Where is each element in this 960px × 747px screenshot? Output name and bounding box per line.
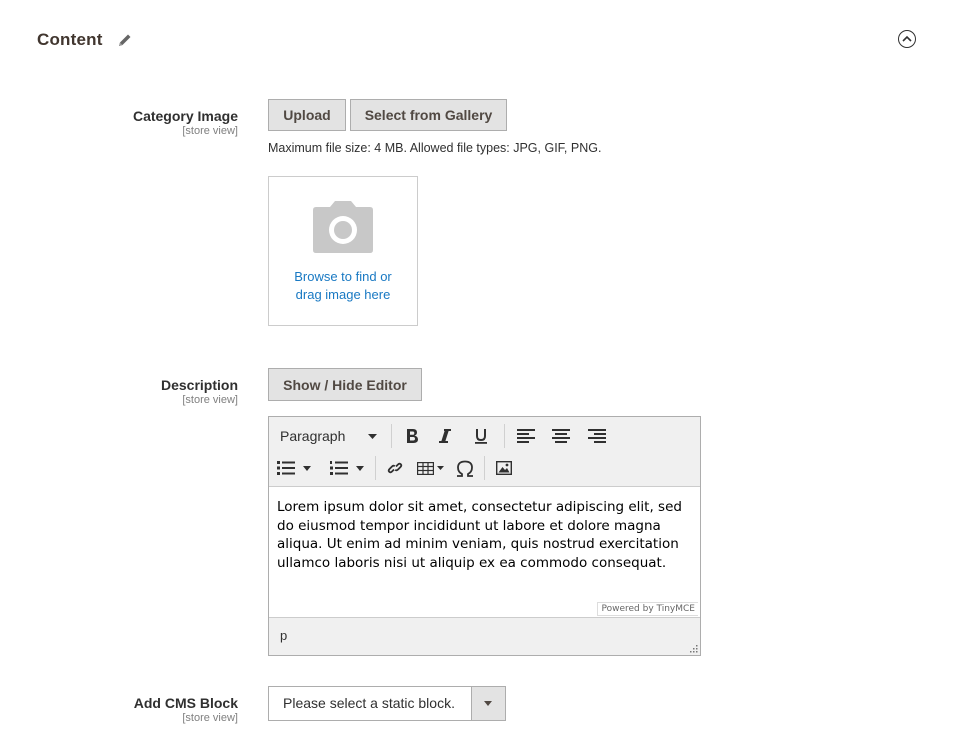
- file-size-note: Maximum file size: 4 MB. Allowed file ty…: [268, 141, 602, 155]
- category-image-label-group: Category Image [store view]: [133, 108, 238, 137]
- cms-block-scope: [store view]: [182, 712, 238, 724]
- category-image-scope: [store view]: [182, 125, 238, 137]
- chevron-up-circle-icon: [902, 35, 912, 42]
- table-icon[interactable]: [410, 454, 450, 482]
- element-path[interactable]: p: [280, 628, 287, 643]
- format-select[interactable]: Paragraph: [269, 422, 387, 450]
- align-left-icon[interactable]: [509, 422, 543, 450]
- section-header[interactable]: Content: [37, 27, 133, 53]
- image-drop-zone[interactable]: Browse to find or drag image here: [268, 176, 418, 326]
- cms-block-select[interactable]: Please select a static block.: [268, 686, 506, 721]
- cms-block-select-value: Please select a static block.: [283, 695, 455, 711]
- chevron-down-icon: [368, 434, 377, 439]
- image-icon[interactable]: [489, 454, 519, 482]
- camera-icon: [313, 201, 373, 253]
- align-center-icon[interactable]: [543, 422, 579, 450]
- editor-statusbar: p: [269, 617, 700, 655]
- description-label: Description: [160, 377, 238, 393]
- browse-link[interactable]: Browse to find or drag image here: [269, 268, 417, 304]
- dropdown-arrow-icon[interactable]: [471, 687, 505, 720]
- numbered-list-icon[interactable]: [323, 454, 371, 482]
- powered-by-tinymce[interactable]: Powered by TinyMCE: [597, 602, 698, 616]
- underline-icon[interactable]: [462, 422, 500, 450]
- collapse-section-button[interactable]: [898, 30, 916, 48]
- upload-button[interactable]: Upload: [268, 99, 346, 131]
- pencil-icon[interactable]: [117, 32, 133, 48]
- resize-handle-icon[interactable]: [689, 644, 698, 653]
- format-select-value: Paragraph: [280, 428, 346, 444]
- bullet-list-icon[interactable]: [269, 454, 323, 482]
- browse-text-line1[interactable]: Browse to find or: [279, 268, 407, 286]
- cms-block-label-group: Add CMS Block [store view]: [134, 695, 238, 724]
- show-hide-editor-button[interactable]: Show / Hide Editor: [268, 368, 422, 401]
- cms-block-label: Add CMS Block: [133, 695, 238, 711]
- link-icon[interactable]: [380, 454, 410, 482]
- align-right-icon[interactable]: [579, 422, 615, 450]
- italic-icon[interactable]: [428, 422, 462, 450]
- category-image-label: Category Image: [132, 108, 238, 124]
- special-char-icon[interactable]: [450, 454, 480, 482]
- wysiwyg-editor: Paragraph Lorem ipsum dolor sit amet, co…: [268, 416, 701, 656]
- editor-toolbar: Paragraph: [269, 417, 700, 487]
- editor-content[interactable]: Lorem ipsum dolor sit amet, consectetur …: [269, 487, 700, 617]
- description-label-group: Description [store view]: [161, 377, 238, 406]
- description-scope: [store view]: [182, 394, 238, 406]
- bold-icon[interactable]: [396, 422, 428, 450]
- select-from-gallery-button[interactable]: Select from Gallery: [350, 99, 507, 131]
- section-title: Content: [37, 30, 103, 49]
- browse-text-line2[interactable]: drag image here: [279, 286, 407, 304]
